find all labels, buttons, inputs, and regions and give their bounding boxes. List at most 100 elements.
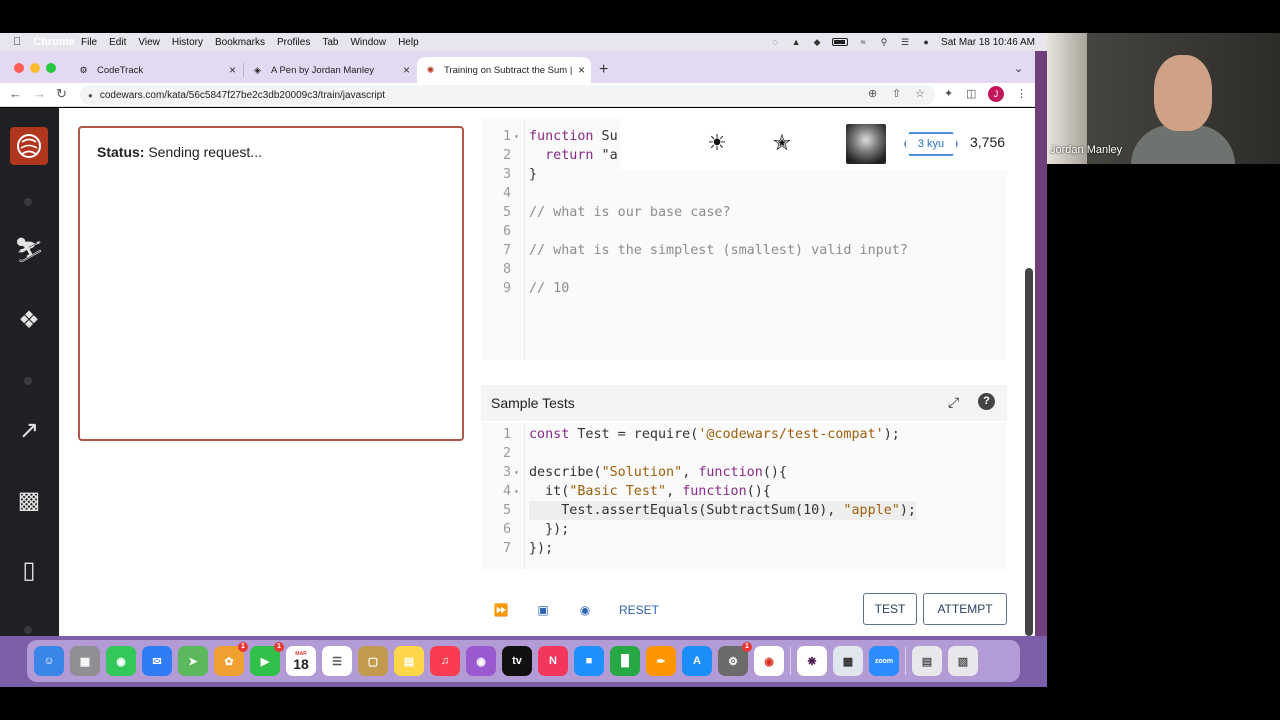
share-icon[interactable]: ⇧ (892, 87, 901, 100)
slack-icon[interactable]: ❋ (797, 646, 827, 676)
downloads-folder-icon[interactable]: ▤ (912, 646, 942, 676)
forward-icon[interactable]: → (33, 86, 46, 101)
extensions-icon[interactable]: ✦ (944, 87, 953, 100)
tab-codewars[interactable]: ✺ Training on Subtract the Sum | × (417, 57, 591, 83)
podcasts-icon[interactable]: ◉ (466, 646, 496, 676)
back-icon[interactable]: ← (9, 86, 22, 101)
stickies-icon[interactable]: ▤ (394, 646, 424, 676)
code-line[interactable]: 4 ▾ it("Basic Test", function(){ (481, 482, 1001, 501)
menu-help[interactable]: Help (398, 37, 419, 48)
unlock-solutions-icon[interactable]: ▣ (533, 597, 553, 623)
tv-icon[interactable]: tv (502, 646, 532, 676)
airdrop-icon[interactable]: ◆ (811, 37, 823, 47)
news-icon[interactable]: N (538, 646, 568, 676)
theme-sun-icon[interactable]: ☀ (704, 130, 730, 156)
new-tab-button[interactable]: + (599, 61, 608, 79)
code-line[interactable]: 4 (481, 184, 1001, 203)
test-button[interactable]: TEST (863, 593, 917, 625)
fold-arrow-icon[interactable]: ▾ (514, 127, 519, 146)
zoom-icon[interactable]: zoom (869, 646, 899, 676)
close-icon[interactable]: × (578, 63, 585, 77)
code-line[interactable]: 5 Test.assertEquals(SubtractSum(10), "ap… (481, 501, 1001, 520)
maximize-window-button[interactable] (46, 63, 56, 73)
page-scrollbar[interactable] (1025, 268, 1033, 636)
discord-icon[interactable]: ▩ (14, 486, 44, 516)
siri-icon[interactable]: ● (920, 37, 932, 47)
close-icon[interactable]: × (403, 63, 410, 77)
expand-icon[interactable]: ⤢ (948, 394, 959, 411)
rank-badge[interactable]: 3 kyu (904, 132, 958, 156)
fold-arrow-icon[interactable]: ▾ (514, 482, 519, 501)
user-avatar[interactable] (846, 124, 886, 164)
code-line[interactable]: 3 ▾ describe("Solution", function(){ (481, 463, 1001, 482)
photos-icon[interactable]: ✿ 1 (214, 642, 248, 676)
music-icon[interactable]: ♫ (430, 646, 460, 676)
menu-bookmarks[interactable]: Bookmarks (215, 37, 265, 48)
maps-icon[interactable]: ➤ (178, 646, 208, 676)
code-line[interactable]: 8 (481, 260, 1001, 279)
menu-edit[interactable]: Edit (109, 37, 126, 48)
control-center-icon[interactable]: ☰ (899, 37, 911, 47)
code-line[interactable]: 6 }); (481, 520, 1001, 539)
pages-icon[interactable]: ✒ (646, 646, 676, 676)
reset-button[interactable]: RESET (614, 597, 664, 623)
zoom-icon[interactable]: ⊕ (868, 87, 877, 100)
code-line[interactable]: 1 const Test = require('@codewars/test-co… (481, 425, 1001, 444)
practice-icon[interactable]: ❖ (14, 306, 44, 336)
address-bar[interactable]: ● codewars.com/kata/56c5847f27be2c3db200… (80, 85, 935, 105)
menu-window[interactable]: Window (350, 37, 386, 48)
bookmark-icon[interactable]: ✭ (769, 130, 795, 156)
calendar-icon[interactable]: MAR 18 (286, 646, 316, 676)
profile-avatar[interactable]: J (988, 86, 1004, 102)
attempt-button[interactable]: ATTEMPT (923, 593, 1007, 625)
tab-codetrack[interactable]: ⚙ CodeTrack × (70, 57, 242, 83)
menu-history[interactable]: History (172, 37, 203, 48)
code-line[interactable]: 7 // what is the simplest (smallest) vali… (481, 241, 1001, 260)
tab-codepen[interactable]: ◈ A Pen by Jordan Manley × (244, 57, 416, 83)
messages-icon[interactable]: ◉ (106, 646, 136, 676)
wifi-icon[interactable]: ≈ (857, 37, 869, 47)
notes-app-icon[interactable]: ▢ (358, 646, 388, 676)
code-line[interactable]: 5 // what is our base case? (481, 203, 1001, 222)
search-icon[interactable]: ⚲ (878, 37, 890, 47)
apple-menu-icon[interactable]:  (13, 36, 27, 48)
discuss-icon[interactable]: ◉ (574, 597, 596, 623)
code-line[interactable]: 6 (481, 222, 1001, 241)
tab-search-icon[interactable]: ⌄ (1014, 62, 1023, 75)
code-line[interactable]: 9 // 10 (481, 279, 1001, 298)
finder-icon[interactable]: ☺ (34, 646, 64, 676)
fold-arrow-icon[interactable]: ▾ (514, 463, 519, 482)
loading-icon[interactable]: ◌ (769, 37, 781, 47)
help-icon[interactable]: ? (978, 393, 995, 410)
code-line[interactable]: 2 (481, 444, 1001, 463)
side-panel-icon[interactable]: ◫ (966, 87, 976, 100)
more-menu-icon[interactable]: ⋮ (1016, 87, 1027, 100)
menu-view[interactable]: View (138, 37, 160, 48)
chrome-icon[interactable]: ◉ (754, 646, 784, 676)
leaderboard-trend-icon[interactable]: ↗ (14, 416, 44, 446)
codewars-logo-icon[interactable] (10, 127, 48, 165)
discussion-icon[interactable]: ▯ (14, 556, 44, 586)
menu-tab[interactable]: Tab (322, 37, 338, 48)
sample-tests-editor[interactable]: 1 const Test = require('@codewars/test-co… (481, 423, 1007, 569)
reminders-icon[interactable]: ☰ (322, 646, 352, 676)
app-store-icon[interactable]: A (682, 646, 712, 676)
mail-icon[interactable]: ✉ (142, 646, 172, 676)
close-icon[interactable]: × (229, 63, 236, 77)
minimize-window-button[interactable] (30, 63, 40, 73)
battery-icon[interactable] (832, 38, 849, 46)
reload-icon[interactable]: ↻ (56, 86, 67, 102)
preview-icon[interactable]: ▩ (833, 646, 863, 676)
menu-clock[interactable]: Sat Mar 18 10:46 AM (941, 37, 1035, 48)
code-line[interactable]: 7}); (481, 539, 1001, 558)
system-preferences-icon[interactable]: ⚙ 1 (718, 642, 752, 676)
trash-icon[interactable]: ▧ (948, 646, 978, 676)
menu-file[interactable]: File (81, 37, 97, 48)
cat-icon[interactable]: ▲ (790, 37, 802, 47)
keynote-icon[interactable]: ■ (574, 646, 604, 676)
numbers-icon[interactable]: █ (610, 646, 640, 676)
close-window-button[interactable] (14, 63, 24, 73)
skip-icon[interactable]: ⏩ (489, 597, 513, 623)
launchpad-icon[interactable]: ▦ (70, 646, 100, 676)
menu-profiles[interactable]: Profiles (277, 37, 310, 48)
